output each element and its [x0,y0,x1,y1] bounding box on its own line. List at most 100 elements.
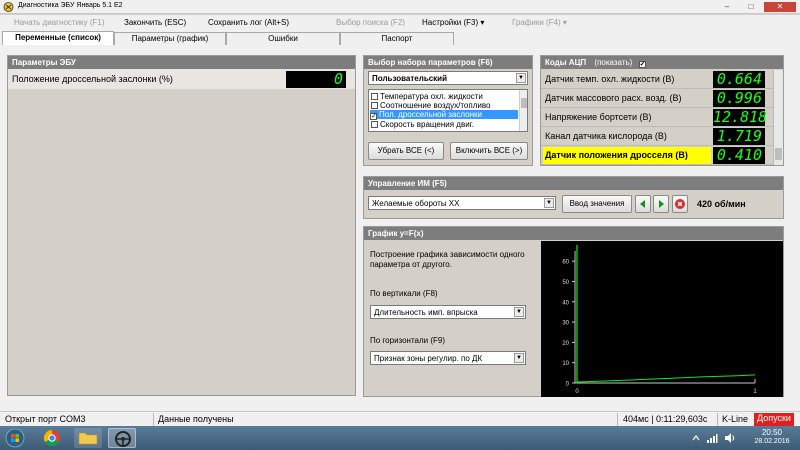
param-set-dropdown[interactable]: Пользовательский ▼ [368,71,528,85]
adc-codes-panel: Коды АЦП (показать) ✓ Датчик темп. охл. … [540,55,784,166]
windows-start-icon [5,428,25,448]
arrow-left-icon [640,200,645,208]
tray-arrow-icon[interactable] [690,432,702,444]
folder-icon [78,432,98,445]
actuator-dropdown[interactable]: Желаемые обороты ХХ ▼ [368,196,556,210]
graph-panel: График y=F(x) Построение графика зависим… [363,226,784,397]
adc-value: 1.719 [713,128,765,145]
window-title: Диагностика ЭБУ Январь 5.1 Е2 [18,2,123,9]
timing-status: 404мс | 0:11:29,603c [623,414,708,424]
scrollbar-thumb[interactable] [521,98,527,108]
adc-scrollbar[interactable] [773,70,783,165]
app-icon [3,2,14,12]
param-listbox[interactable]: Температура охл. жидкости Соотношение во… [368,89,528,132]
list-scrollbar[interactable] [519,90,527,131]
graph-header: График y=F(x) [364,227,783,240]
chrome-taskbar-button[interactable] [38,428,66,448]
chrome-icon [43,429,60,447]
explorer-taskbar-button[interactable] [74,428,102,448]
adc-header: Коды АЦП (показать) ✓ [541,56,783,69]
chevron-down-icon[interactable]: ▼ [544,198,554,208]
param-set-value: Пользовательский [372,74,448,83]
menu-settings[interactable]: Настройки (F3) ▾ [422,18,484,27]
adc-row-maf: Датчик массового расх. возд. (В) 0.996 [541,89,783,108]
permit-status-badge: Допуски [754,413,794,426]
adc-row-voltage: Напряжение бортсети (В) 12.818 [541,108,783,127]
network-icon[interactable] [706,432,718,444]
start-button[interactable] [4,428,26,448]
decrease-button[interactable] [635,195,651,213]
actuator-value: Желаемые обороты ХХ [372,199,460,208]
adc-value: 0.410 [713,147,765,164]
checkbox[interactable] [371,121,378,128]
chevron-down-icon[interactable]: ▼ [514,353,524,363]
list-item[interactable]: Соотношение воздух/топливо [371,101,490,110]
menu-start-diagnostics[interactable]: Начать диагностику (F1) [14,18,105,27]
maximize-button[interactable]: □ [740,2,762,12]
checkbox[interactable] [371,93,378,100]
rpm-readout: 420 об/мин [697,199,746,209]
increase-button[interactable] [653,195,669,213]
taskbar-date[interactable]: 28.02.2016 [748,438,796,445]
param-set-panel: Выбор набора параметров (F6) Пользовател… [363,55,533,166]
status-bar: Открыт порт COM3 Данные получены 404мс |… [0,411,800,426]
y-tick-label: 10 [562,361,569,367]
menu-save-log[interactable]: Сохранить лог (Alt+S) [208,18,289,27]
tab-params-graph[interactable]: Параметры (график) [114,32,226,45]
adc-value: 0.664 [713,71,765,88]
menu-search-select[interactable]: Выбор поиска (F2) [336,18,405,27]
param-set-header: Выбор набора параметров (F6) [364,56,532,69]
tab-errors[interactable]: Ошибки [226,32,340,45]
chevron-down-icon[interactable]: ▼ [514,307,524,317]
remove-all-button[interactable]: Убрать ВСЕ (<) [368,142,444,160]
arrow-right-icon [659,200,664,208]
chevron-down-icon[interactable]: ▼ [516,73,526,83]
minimize-button[interactable]: – [716,2,738,12]
checkbox-checked[interactable]: ✓ [370,113,377,120]
tab-strip: Переменные (список) Параметры (график) О… [0,31,800,46]
divider [153,413,154,426]
menu-finish[interactable]: Закончить (ESC) [124,18,186,27]
adc-row-throttle-sensor: Датчик положения дросселя (В) 0.410 [541,146,783,165]
y-tick-label: 50 [562,280,569,286]
y-tick-label: 30 [562,321,569,327]
vertical-axis-dropdown[interactable]: Длительность имп. впрыска ▼ [370,305,526,319]
vertical-axis-label: По вертикали (F8) [370,289,438,298]
y-tick-label: 20 [562,341,569,347]
list-item[interactable]: Скорость вращения двиг. [371,120,474,129]
adc-value: 12.818 [713,108,768,126]
throttle-position-value: 0 [286,71,346,88]
list-item-selected[interactable]: ✓ Пол. дроссельной заслонки [370,110,518,120]
actuator-control-panel: Управление ИМ (F5) Желаемые обороты ХХ ▼… [363,176,784,219]
scrollbar-thumb[interactable] [775,148,782,160]
input-value-button[interactable]: Ввод значения [562,195,632,213]
horizontal-axis-value: Признак зоны регулир. по ДК [374,354,483,363]
list-item[interactable]: Температура охл. жидкости [371,92,483,101]
ecu-params-panel: Параметры ЭБУ Положение дроссельной засл… [7,55,356,396]
throttle-position-label: Положение дроссельной заслонки (%) [12,74,173,84]
adc-show-checkbox[interactable]: ✓ [638,61,646,68]
divider [617,413,618,426]
horizontal-axis-dropdown[interactable]: Признак зоны регулир. по ДК ▼ [370,351,526,365]
adc-value: 0.996 [713,90,765,107]
divider [717,413,718,426]
stop-button[interactable] [672,195,688,213]
diagnostics-taskbar-button[interactable] [108,428,136,448]
taskbar-time[interactable]: 20:50 [752,428,792,437]
graph-description: Построение графика зависимости одного па… [370,250,525,269]
checkbox[interactable] [371,102,378,109]
title-bar: Диагностика ЭБУ Январь 5.1 Е2 – □ ✕ [0,0,800,14]
tab-passport[interactable]: Паспорт [340,32,454,45]
menu-graphs[interactable]: Графики (F4) ▾ [512,18,567,27]
xy-graph-plot: 60504030201000 1 [541,241,783,397]
port-status: Открыт порт COM3 [5,414,86,424]
y-tick-label: 60 [562,260,569,266]
tab-variables-list[interactable]: Переменные (список) [2,31,114,46]
volume-icon[interactable] [724,432,736,444]
include-all-button[interactable]: Включить ВСЕ (>) [450,142,528,160]
menu-bar: Начать диагностику (F1) Закончить (ESC) … [0,15,800,31]
y-tick-label: 40 [562,300,569,306]
close-button[interactable]: ✕ [764,2,796,12]
ecu-params-header: Параметры ЭБУ [8,56,355,69]
adc-row-oxygen: Канал датчика кислорода (В) 1.719 [541,127,783,146]
